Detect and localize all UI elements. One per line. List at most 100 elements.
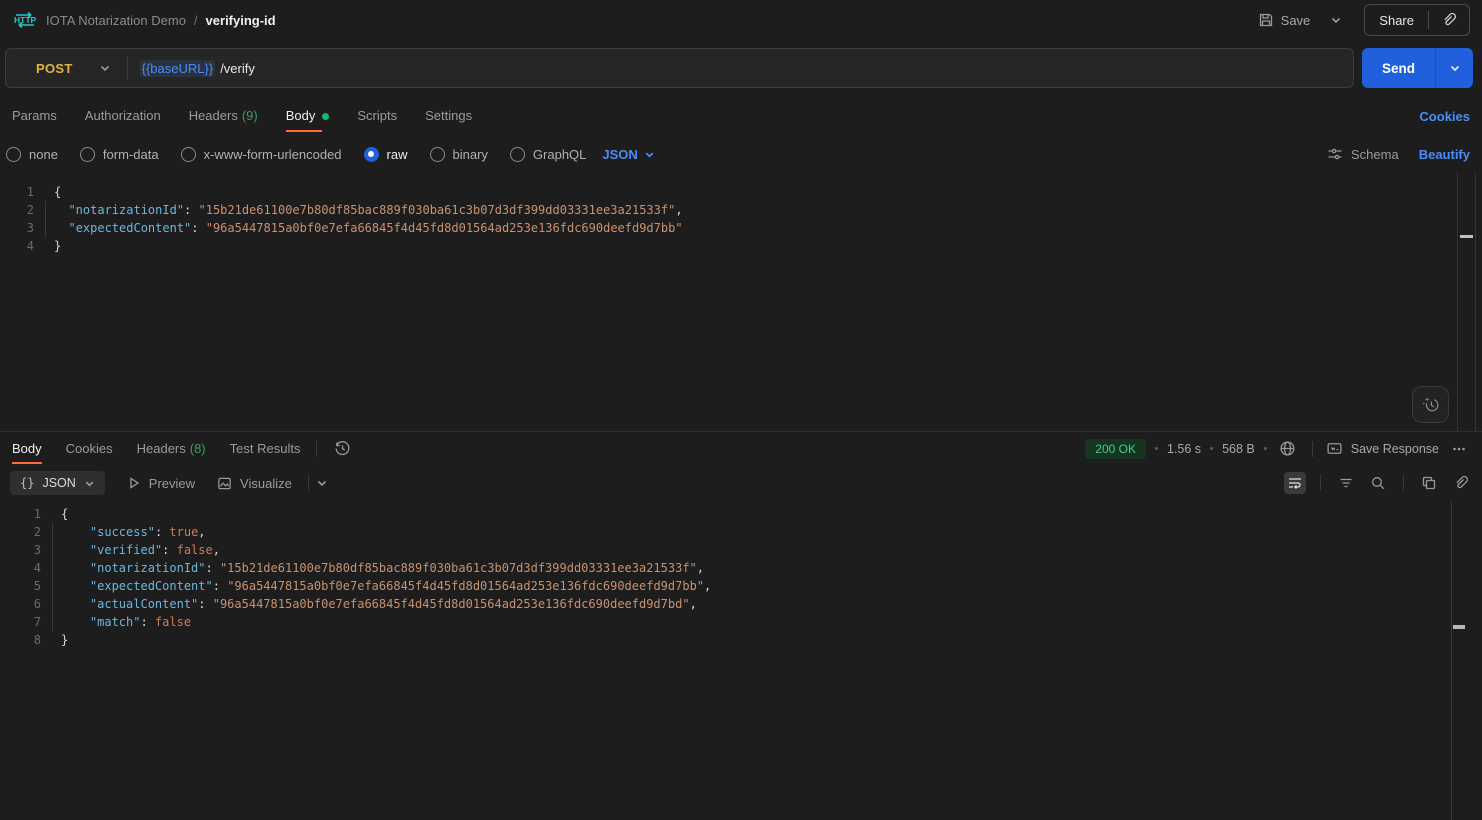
response-history-button[interactable] — [331, 437, 354, 460]
chevron-down-icon — [1330, 14, 1342, 26]
radio-raw[interactable]: raw — [364, 147, 408, 162]
url-path: /verify — [220, 61, 255, 76]
schema-button[interactable]: Schema — [1327, 146, 1399, 162]
send-options-chevron[interactable] — [1435, 48, 1473, 88]
response-headers-count: (8) — [190, 441, 206, 456]
scrollbar-mark[interactable] — [1460, 235, 1473, 238]
response-panel: Body Cookies Headers(8) Test Results 200… — [0, 431, 1482, 820]
response-tab-headers[interactable]: Headers(8) — [137, 433, 206, 464]
radio-icon — [510, 147, 525, 162]
search-icon — [1370, 475, 1386, 491]
copy-button[interactable] — [1418, 472, 1440, 494]
response-tab-body[interactable]: Body — [12, 433, 42, 464]
request-editor-scrollbar[interactable] — [1457, 172, 1476, 431]
save-response-button[interactable]: Save Response — [1326, 440, 1439, 457]
method-label: POST — [36, 61, 73, 76]
code-line: 4} — [0, 237, 1482, 255]
send-button[interactable]: Send — [1362, 48, 1435, 88]
url-variable: {{baseURL}} — [140, 60, 216, 77]
response-body-code: 1{2 "success": true,3 "verified": false,… — [0, 501, 1482, 649]
url-field[interactable]: {{baseURL}} /verify — [128, 60, 267, 77]
scrollbar-mark[interactable] — [1453, 625, 1465, 629]
postbot-button[interactable] — [1412, 386, 1449, 423]
line-number: 6 — [0, 595, 41, 613]
line-number: 3 — [0, 219, 34, 237]
save-response-icon — [1326, 440, 1343, 457]
code-line: 8} — [0, 631, 1482, 649]
beautify-button[interactable]: Beautify — [1419, 147, 1470, 162]
paperclip-icon — [1441, 12, 1457, 28]
line-number: 1 — [0, 183, 34, 201]
radio-graphql[interactable]: GraphQL — [510, 147, 586, 162]
line-number: 4 — [0, 237, 34, 255]
line-number: 5 — [0, 577, 41, 595]
url-input[interactable]: POST {{baseURL}} /verify — [5, 48, 1354, 88]
preview-button[interactable]: Preview — [127, 476, 195, 491]
line-number: 2 — [0, 523, 41, 541]
radio-form-data[interactable]: form-data — [80, 147, 159, 162]
sliders-icon — [1327, 146, 1343, 162]
breadcrumb: HTTP IOTA Notarization Demo / verifying-… — [12, 8, 276, 32]
request-url-row: POST {{baseURL}} /verify Send — [0, 40, 1482, 96]
save-button[interactable]: Save — [1250, 6, 1319, 34]
raw-language-dropdown[interactable]: JSON — [602, 147, 654, 162]
radio-x-www-form-urlencoded[interactable]: x-www-form-urlencoded — [181, 147, 342, 162]
share-button[interactable]: Share — [1365, 13, 1428, 28]
request-body-code: 1{2 "notarizationId": "15b21de61100e7b80… — [0, 172, 1482, 255]
response-body-viewer[interactable]: 1{2 "success": true,3 "verified": false,… — [0, 501, 1482, 820]
postbot-sparkle-hand-icon — [1421, 395, 1440, 414]
method-selector[interactable]: POST — [6, 61, 127, 76]
save-icon — [1258, 12, 1274, 28]
tab-body[interactable]: Body — [286, 98, 330, 135]
response-tab-test-results[interactable]: Test Results — [230, 433, 301, 464]
wrap-text-button[interactable] — [1284, 472, 1306, 494]
tab-settings[interactable]: Settings — [425, 98, 472, 135]
response-tab-cookies[interactable]: Cookies — [66, 433, 113, 464]
breadcrumb-collection[interactable]: IOTA Notarization Demo — [46, 13, 186, 28]
wrap-text-icon — [1287, 475, 1303, 491]
response-scrollbar[interactable] — [1451, 501, 1465, 820]
radio-icon — [181, 147, 196, 162]
save-button-label: Save — [1281, 13, 1311, 28]
save-options-chevron[interactable] — [1322, 8, 1350, 32]
radio-icon — [80, 147, 95, 162]
code-line: 1{ — [0, 183, 1482, 201]
body-type-row: none form-data x-www-form-urlencoded raw… — [0, 136, 1482, 172]
line-number: 1 — [0, 505, 41, 523]
radio-none[interactable]: none — [6, 147, 58, 162]
tab-authorization[interactable]: Authorization — [85, 98, 161, 135]
request-body-editor[interactable]: 1{2 "notarizationId": "15b21de61100e7b80… — [0, 172, 1482, 431]
tab-headers[interactable]: Headers(9) — [189, 98, 258, 135]
breadcrumb-request-name[interactable]: verifying-id — [206, 13, 276, 28]
tab-scripts[interactable]: Scripts — [357, 98, 397, 135]
response-header-row: Body Cookies Headers(8) Test Results 200… — [0, 432, 1482, 465]
more-actions-button[interactable] — [1448, 438, 1470, 460]
top-bar: HTTP IOTA Notarization Demo / verifying-… — [0, 0, 1482, 40]
visualize-options-chevron[interactable] — [313, 474, 331, 492]
body-modified-dot-icon — [322, 113, 329, 120]
chevron-down-icon — [316, 477, 328, 489]
code-line: 5 "expectedContent": "96a5447815a0bf0e7e… — [0, 577, 1482, 595]
line-number: 4 — [0, 559, 41, 577]
visualize-button[interactable]: Visualize — [217, 476, 292, 491]
response-format-dropdown[interactable]: {} JSON — [10, 471, 105, 495]
search-button[interactable] — [1367, 472, 1389, 494]
radio-icon — [6, 147, 21, 162]
network-info-button[interactable] — [1276, 437, 1299, 460]
line-number: 2 — [0, 201, 34, 219]
send-split-button: Send — [1362, 48, 1473, 88]
radio-binary[interactable]: binary — [430, 147, 488, 162]
cookies-link[interactable]: Cookies — [1419, 109, 1470, 124]
image-icon — [217, 476, 232, 491]
copy-icon — [1421, 475, 1437, 491]
ellipsis-icon — [1451, 441, 1467, 457]
code-line: 1{ — [0, 505, 1482, 523]
response-time: 1.56 s — [1167, 442, 1201, 456]
tab-params[interactable]: Params — [12, 98, 57, 135]
response-link-button[interactable] — [1450, 472, 1472, 494]
filter-button[interactable] — [1335, 472, 1357, 494]
paperclip-icon — [1453, 475, 1469, 491]
line-number: 3 — [0, 541, 41, 559]
headers-count: (9) — [242, 108, 258, 123]
copy-link-button[interactable] — [1429, 12, 1469, 28]
